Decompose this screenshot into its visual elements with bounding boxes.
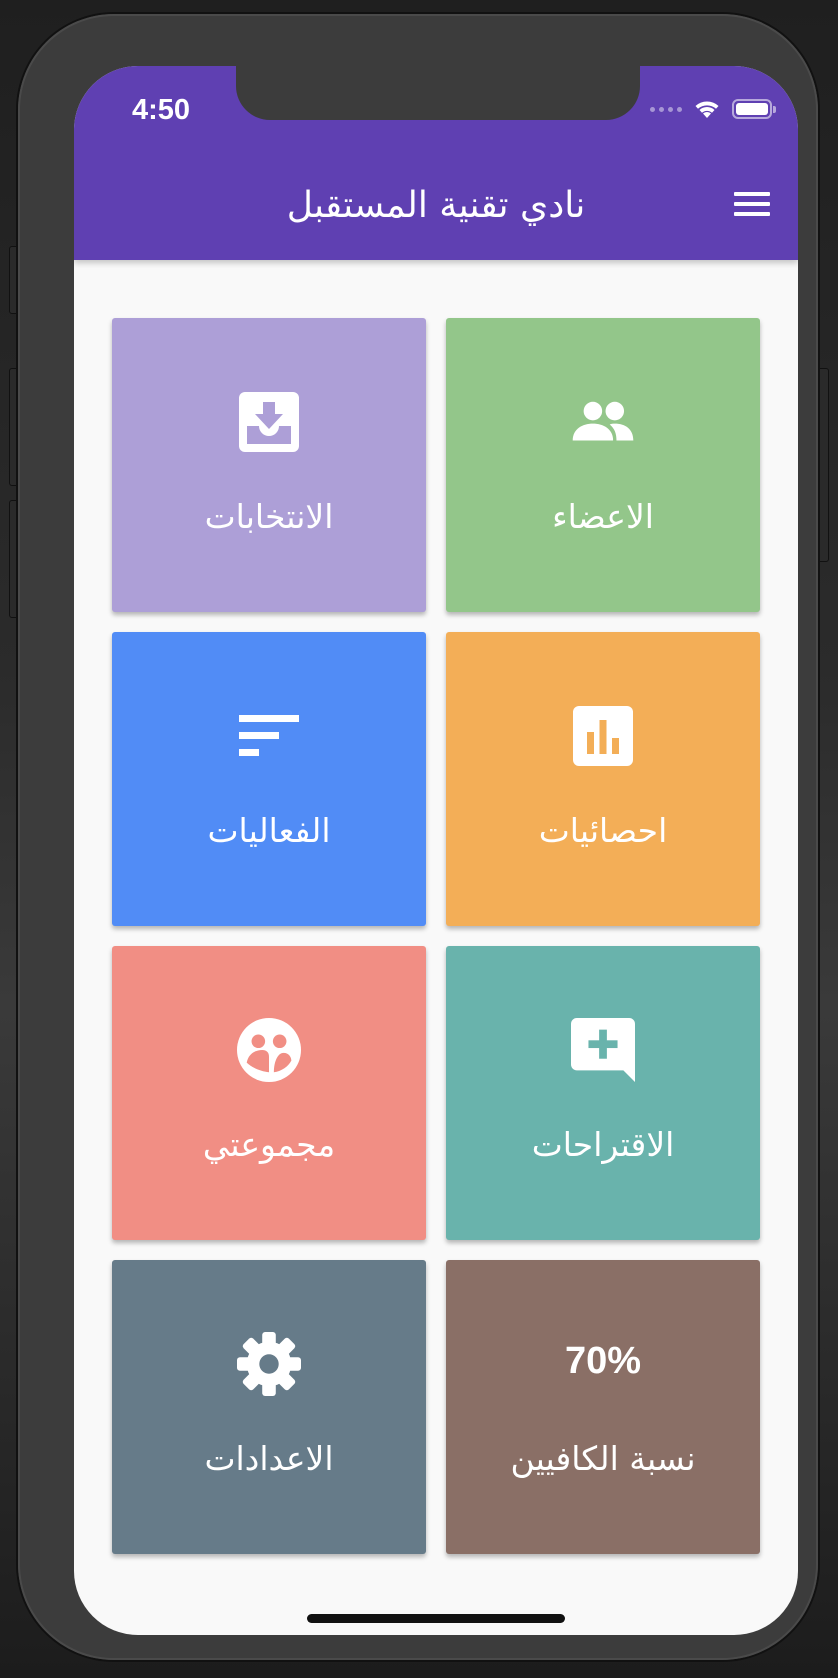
tile-members[interactable]: الاعضاء [446,318,760,612]
tile-label: احصائيات [538,811,668,850]
sort-icon [237,704,301,768]
app-title: نادي تقنية المستقبل [286,185,586,226]
bar-chart-icon [571,704,635,768]
tile-label: الاعدادات [204,1439,334,1478]
move-to-inbox-icon [237,390,301,454]
settings-gear-icon [237,1332,301,1396]
tile-label: مجموعتي [202,1125,336,1164]
tile-label: الاقتراحات [531,1125,675,1164]
home-indicator[interactable] [307,1614,565,1623]
tile-label: الفعاليات [207,811,331,850]
caffeine-value: 70% [564,1340,642,1382]
tile-events[interactable]: الفعاليات [112,632,426,926]
tile-caffeine-level[interactable]: 70% نسبة الكافيين [446,1260,760,1554]
phone-frame: 4:50 نادي تقنية المستقبل الاعضاء الانتخا… [18,14,818,1660]
wifi-icon [695,101,719,118]
app-bar: 4:50 نادي تقنية المستقبل [74,66,798,260]
battery-icon [732,99,776,119]
tile-label: نسبة الكافيين [510,1439,696,1478]
tile-settings[interactable]: الاعدادات [112,1260,426,1554]
status-time: 4:50 [132,94,191,126]
group-work-icon [237,1018,301,1082]
device-notch [236,66,640,120]
group-icon [571,390,635,454]
tile-label: الانتخابات [204,497,334,536]
tile-suggestions[interactable]: الاقتراحات [446,946,760,1240]
app-screen: 4:50 نادي تقنية المستقبل الاعضاء الانتخا… [74,66,798,1635]
tile-label: الاعضاء [552,497,654,536]
tile-statistics[interactable]: احصائيات [446,632,760,926]
power-button [817,368,829,562]
cellular-signal-icon [650,106,682,112]
tile-my-group[interactable]: مجموعتي [112,946,426,1240]
hamburger-menu-icon [734,192,770,196]
tile-elections[interactable]: الانتخابات [112,318,426,612]
add-comment-icon [571,1018,635,1082]
menu-button[interactable] [732,186,772,222]
status-icons [650,98,776,120]
